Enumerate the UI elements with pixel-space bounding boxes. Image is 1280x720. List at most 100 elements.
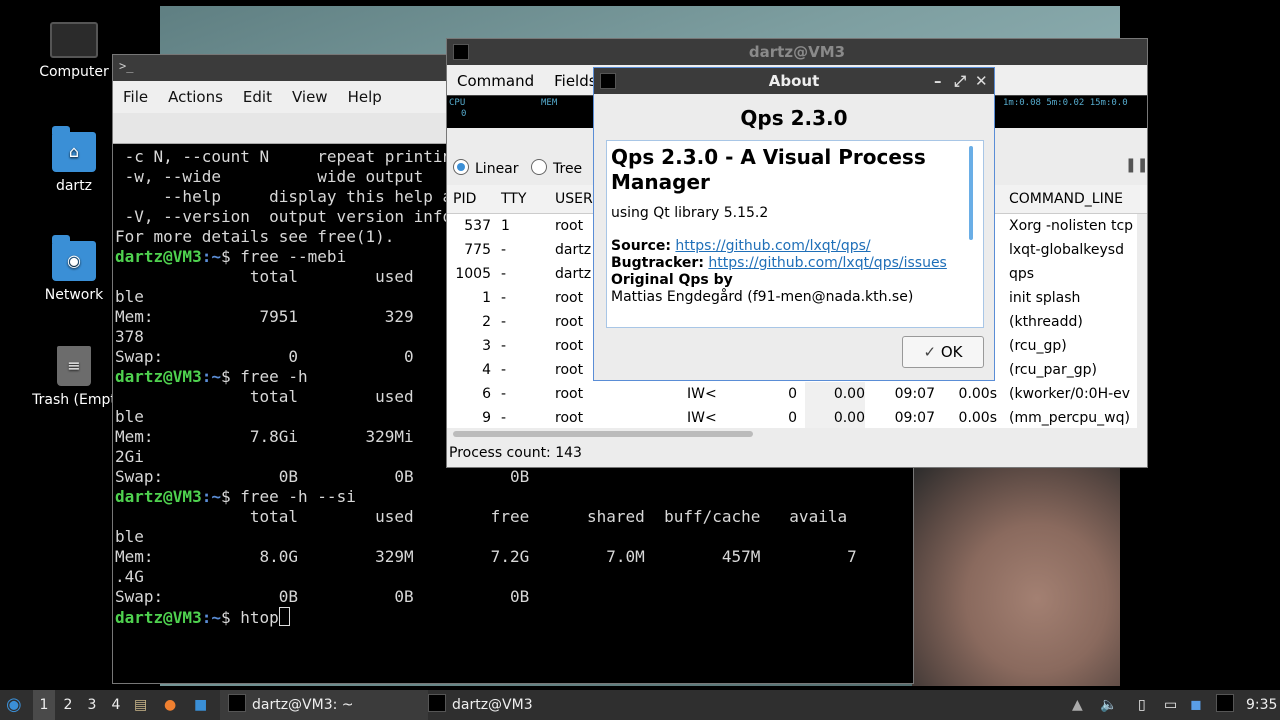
terminal-line: .4G <box>115 567 144 586</box>
load-average: 1m:0.08 5m:0.02 15m:0.0 <box>1003 98 1128 108</box>
about-scrollbar[interactable] <box>969 146 973 240</box>
qps-task-icon <box>428 694 446 712</box>
workspace-3[interactable]: 3 <box>81 690 103 720</box>
process-cell-pid: 6 <box>482 386 491 402</box>
desktop-icon-computer[interactable]: Computer <box>24 22 124 80</box>
trash-icon: ≡ <box>57 346 91 386</box>
about-dialog[interactable]: About – ⤢ ✕ Qps 2.3.0 Qps 2.3.0 - A Visu… <box>593 67 995 381</box>
workspace-2[interactable]: 2 <box>57 690 79 720</box>
desktop-icon-label: Computer <box>39 64 109 80</box>
process-cell-tty: - <box>501 314 507 330</box>
process-cell-user: dartz <box>555 242 592 258</box>
desktop-icon-trash[interactable]: ≡ Trash (Empt <box>24 346 124 408</box>
desktop-icon-network[interactable]: ◉ Network <box>24 235 124 303</box>
desktop-icon-home[interactable]: ⌂ dartz <box>24 126 124 194</box>
menu-view[interactable]: View <box>282 81 338 106</box>
menu-edit[interactable]: Edit <box>233 81 282 106</box>
view-tree-radio[interactable]: Tree <box>531 159 582 177</box>
prompt-user: dartz@VM3 <box>115 608 202 627</box>
about-qt-version: using Qt library 5.15.2 <box>611 205 769 221</box>
clipboard-icon[interactable]: ▯ <box>1138 690 1146 720</box>
process-cell-tty: - <box>501 410 507 426</box>
process-cell-tty: - <box>501 242 507 258</box>
prompt-command: $ free -h <box>220 367 308 386</box>
qps-titlebar[interactable]: dartz@VM3 <box>447 39 1147 65</box>
terminal-cursor <box>278 607 290 626</box>
view-linear-radio[interactable]: Linear <box>453 159 519 177</box>
monitor-icon <box>50 22 98 58</box>
menu-help[interactable]: Help <box>338 81 392 106</box>
terminal-task-icon <box>228 694 246 712</box>
about-titlebar[interactable]: About – ⤢ ✕ <box>594 68 994 94</box>
process-cell-pid: 537 <box>464 218 491 234</box>
prompt-user: dartz@VM3 <box>115 487 202 506</box>
task-terminal[interactable]: dartz@VM3: ~ <box>220 690 428 720</box>
prompt-path: :~ <box>201 247 221 266</box>
radio-checked-icon <box>453 159 469 175</box>
menu-file[interactable]: File <box>113 81 158 106</box>
process-row[interactable]: 6- root IW< 0 0.00 09:07 0.00s (kworker/0:0H-ev <box>447 382 1137 406</box>
about-text-area[interactable]: Qps 2.3.0 - A Visual Process Manager usi… <box>606 140 984 328</box>
process-cell-cmd: init splash <box>1009 290 1081 306</box>
desktop-switch-icon[interactable] <box>1216 690 1234 720</box>
prompt-command: $ free --mebi <box>220 247 347 266</box>
prompt-command: $ htop <box>220 608 279 627</box>
radio-unchecked-icon <box>531 159 547 175</box>
column-pid[interactable]: PID <box>453 191 476 207</box>
desktop-icon[interactable]: ■ <box>194 690 207 720</box>
update-notifier-icon[interactable]: ◼ <box>1190 690 1202 720</box>
terminal-line: Mem: 8.0G 329M 7.2G 7.0M 457M 7 <box>115 547 857 566</box>
minimize-icon[interactable]: – <box>934 68 942 94</box>
process-cell-cmd: (rcu_gp) <box>1009 338 1067 354</box>
process-cell-cmd: qps <box>1009 266 1035 282</box>
workspace-1[interactable]: 1 <box>33 690 55 720</box>
process-cell-time: 0.00s <box>958 410 997 426</box>
about-source-row: Source: https://github.com/lxqt/qps/ <box>611 238 961 255</box>
column-command-line[interactable]: COMMAND_LINE <box>1009 191 1123 207</box>
cpu-graph-value: 0 <box>461 109 467 119</box>
process-cell-tty: - <box>501 386 507 402</box>
maximize-icon[interactable]: ⤢ <box>954 68 966 94</box>
column-tty[interactable]: TTY <box>501 191 526 207</box>
clock: 9:35 <box>1246 697 1278 713</box>
display-icon[interactable]: ▭ <box>1164 690 1177 720</box>
prompt-path: :~ <box>201 487 221 506</box>
source-label: Source: <box>611 238 671 254</box>
network-folder-icon: ◉ <box>52 235 96 281</box>
about-bugtracker-row: Bugtracker: https://github.com/lxqt/qps/… <box>611 255 961 272</box>
firefox-icon[interactable]: ● <box>164 690 176 720</box>
qps-title: dartz@VM3 <box>748 43 846 61</box>
process-cell-time: 0.00s <box>958 386 997 402</box>
process-count: Process count: 143 <box>449 445 582 461</box>
process-cell-pid: 1 <box>482 290 491 306</box>
horizontal-scrollbar[interactable] <box>453 431 753 437</box>
process-cell-mem: 0 <box>788 410 797 426</box>
bugtracker-link[interactable]: https://github.com/lxqt/qps/issues <box>708 255 946 271</box>
ok-button[interactable]: ✓ OK <box>902 336 984 368</box>
tray-up-icon[interactable]: ▲ <box>1072 690 1083 720</box>
column-user[interactable]: USER <box>555 191 593 207</box>
process-cell-cmd: (kthreadd) <box>1009 314 1083 330</box>
source-link[interactable]: https://github.com/lxqt/qps/ <box>675 238 870 254</box>
home-folder-icon: ⌂ <box>52 126 96 172</box>
pause-icon[interactable]: ❚❚ <box>1125 157 1148 173</box>
volume-icon[interactable]: 🔈 <box>1100 690 1117 720</box>
terminal-prompt-line: dartz@VM3:~$ htop <box>115 607 911 628</box>
process-cell-cmd: lxqt-globalkeysd <box>1009 242 1124 258</box>
process-row[interactable]: 9- root IW< 0 0.00 09:07 0.00s (mm_percpu_wq) <box>447 406 1137 428</box>
workspace-4[interactable]: 4 <box>105 690 127 720</box>
terminal-line: Swap: 0B 0B 0B <box>115 467 530 486</box>
process-cell-pid: 1005 <box>455 266 491 282</box>
close-icon[interactable]: ✕ <box>975 68 988 94</box>
wallpaper-rock <box>912 468 1120 686</box>
menu-command[interactable]: Command <box>447 65 544 90</box>
file-manager-icon[interactable]: ▤ <box>134 690 147 720</box>
process-cell-user: root <box>555 290 584 306</box>
start-menu-icon[interactable]: ◉ <box>6 690 26 720</box>
prompt-user: dartz@VM3 <box>115 367 202 386</box>
menu-actions[interactable]: Actions <box>158 81 233 106</box>
task-qps[interactable]: dartz@VM3 <box>420 690 628 720</box>
about-heading: Qps 2.3.0 <box>740 106 848 130</box>
terminal-app-icon: >_ <box>119 59 134 73</box>
taskbar: ◉ 1 2 3 4 ▤ ● ■ dartz@VM3: ~ dartz@VM3 ▲… <box>0 690 1280 720</box>
